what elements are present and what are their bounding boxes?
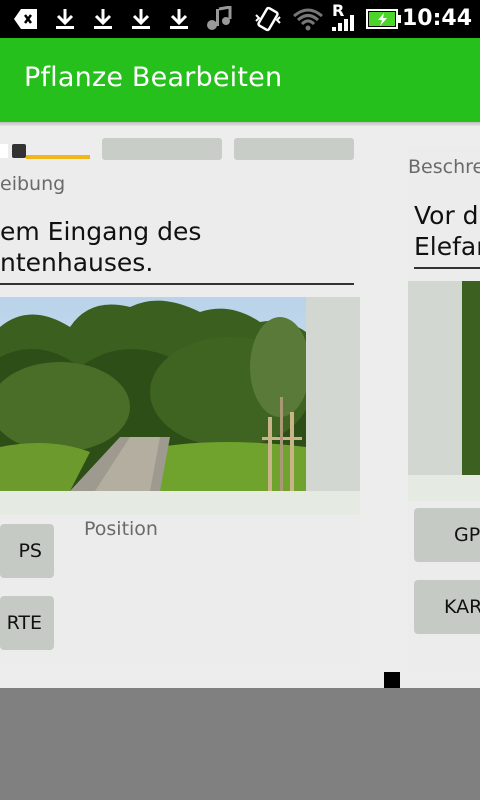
signal-icon: R — [330, 1, 360, 33]
action-bar: Pflanze Bearbeiten — [0, 38, 480, 122]
battery-charging-icon — [366, 5, 402, 33]
description-label: Beschre — [408, 156, 480, 178]
status-bar: R 10:44 — [0, 0, 480, 38]
description-underline — [0, 283, 354, 285]
download-icon — [166, 5, 192, 33]
gps-button[interactable]: PS — [0, 524, 54, 578]
map-button[interactable]: RTE — [0, 596, 54, 650]
description-label: eibung — [0, 173, 66, 195]
download-icon — [52, 5, 78, 33]
download-icon — [90, 5, 116, 33]
description-input[interactable]: em Eingang des ntenhauses. — [0, 216, 201, 278]
page-title: Pflanze Bearbeiten — [24, 62, 283, 93]
back-icon — [12, 5, 40, 33]
music-icon — [204, 5, 234, 33]
plant-photo[interactable] — [462, 281, 480, 475]
tab-indicator-dark — [12, 144, 26, 158]
download-icon — [128, 5, 154, 33]
tab-3[interactable] — [234, 138, 354, 160]
tab-2[interactable] — [102, 138, 222, 160]
wifi-icon — [292, 5, 324, 33]
vibrate-icon — [252, 5, 284, 33]
plant-photo[interactable] — [0, 297, 306, 491]
photo-footer — [0, 491, 360, 515]
map-button[interactable]: KAR — [414, 580, 480, 634]
plant-edit-panel-right: Beschre Vor d Elefar GP KAR — [408, 146, 480, 672]
tab-active-indicator[interactable] — [26, 155, 90, 159]
photo-footer — [408, 475, 480, 501]
position-label: Position — [84, 518, 158, 540]
scroll-indicator — [384, 672, 400, 688]
description-input[interactable]: Vor d Elefar — [414, 200, 480, 262]
plant-edit-panel-left: eibung em Eingang des ntenhauses. Positi… — [0, 160, 360, 665]
gps-button[interactable]: GP — [414, 508, 480, 562]
description-underline — [414, 267, 480, 269]
clock: 10:44 — [401, 6, 472, 31]
tab-edge — [0, 144, 8, 158]
